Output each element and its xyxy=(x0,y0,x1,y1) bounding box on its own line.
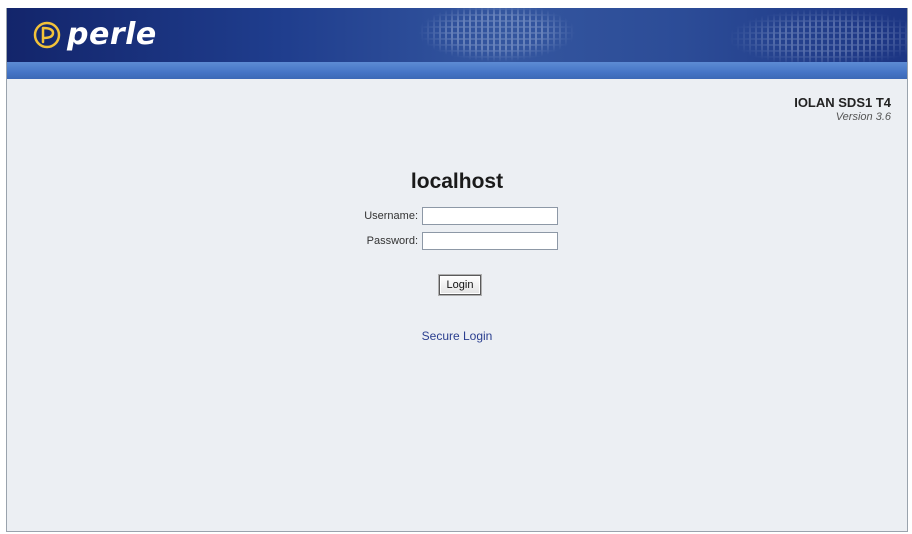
header-banner: perle xyxy=(7,8,907,62)
product-name: IOLAN SDS1 T4 xyxy=(794,95,891,110)
username-label: Username: xyxy=(364,210,418,222)
secure-login-link[interactable]: Secure Login xyxy=(7,329,907,343)
password-label: Password: xyxy=(366,235,418,247)
browser-content-frame: perle IOLAN SDS1 T4 Version 3.6 localhos… xyxy=(6,8,908,532)
password-row: Password: xyxy=(7,232,907,252)
username-row: Username: xyxy=(7,207,907,227)
perle-logo-icon xyxy=(33,21,61,49)
product-version: Version 3.6 xyxy=(835,111,891,123)
brand-name: perle xyxy=(67,17,157,52)
login-button[interactable]: Login xyxy=(439,275,481,295)
world-map-graphic-right xyxy=(727,8,907,62)
page-title: localhost xyxy=(410,170,504,193)
world-map-graphic xyxy=(417,8,577,62)
username-input[interactable] xyxy=(422,207,558,225)
brand-logo: perle xyxy=(33,19,157,51)
header-stripe xyxy=(7,62,907,79)
product-info: IOLAN SDS1 T4 Version 3.6 xyxy=(794,95,891,124)
password-input[interactable] xyxy=(422,232,558,250)
